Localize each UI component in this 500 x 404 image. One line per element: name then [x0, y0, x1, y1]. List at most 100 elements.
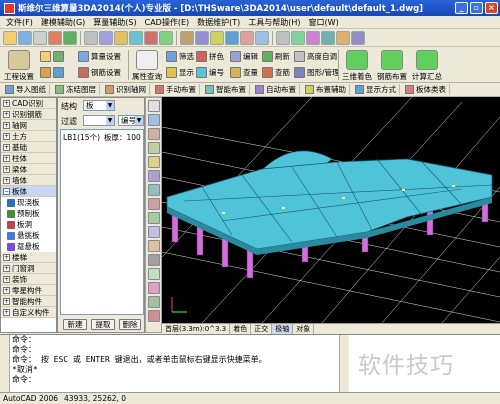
restore-button[interactable]: ▫ [470, 2, 483, 14]
expand-icon[interactable]: + [3, 99, 10, 107]
expand-icon[interactable]: + [3, 275, 10, 283]
filter-button[interactable]: 筛选 [166, 51, 194, 62]
tree-category[interactable]: + 轴网 [1, 120, 56, 131]
command-bar-item[interactable]: 显示方式 [352, 84, 400, 95]
lookup-button[interactable]: 查量 [230, 67, 258, 78]
tree-category[interactable]: + 楼梯 [1, 252, 56, 263]
refresh-button[interactable]: 刷新 [262, 51, 290, 62]
model-viewport[interactable] [162, 97, 500, 323]
extend-icon[interactable] [148, 268, 160, 280]
offset-icon[interactable] [148, 240, 160, 252]
tree-category[interactable]: + 墙体 [1, 175, 56, 186]
circle-icon[interactable] [148, 142, 160, 154]
show-button[interactable]: 显示 [166, 67, 194, 78]
model-3d-view[interactable] [162, 97, 500, 323]
project-settings-button[interactable]: 工程设置 [4, 50, 34, 82]
command-scrollbar[interactable] [339, 335, 349, 393]
menu-item[interactable]: CAD操作(E) [141, 17, 194, 28]
select-icon[interactable] [148, 100, 160, 112]
height-auto-button[interactable]: 高度自调 [294, 51, 337, 62]
calc-summary-button[interactable]: 计算汇总 [412, 50, 442, 82]
component-list[interactable]: LB1(15个) 板厚：100 [60, 129, 144, 315]
calc-icon[interactable] [336, 30, 350, 45]
zoom-icon[interactable] [129, 30, 143, 45]
menu-item[interactable]: 数据维护(T) [193, 17, 244, 28]
command-window-grip[interactable] [0, 335, 10, 393]
layer-icon[interactable] [159, 30, 173, 45]
number-select[interactable]: 编号 ▼ [118, 115, 144, 126]
tree-category[interactable]: + 柱体 [1, 153, 56, 164]
pan-icon[interactable] [144, 30, 158, 45]
status-toggle[interactable]: 着色 [230, 323, 252, 334]
command-bar-item[interactable]: 冻结图层 [52, 84, 100, 95]
sync-button[interactable] [40, 67, 64, 78]
command-bar-item[interactable]: 手动布置 [152, 84, 200, 95]
number-button[interactable]: 编号 [196, 67, 224, 78]
dimension-icon[interactable] [240, 30, 254, 45]
command-bar-item[interactable]: 识别轴网 [102, 84, 150, 95]
stretch-icon[interactable] [148, 282, 160, 294]
tree-subitem[interactable]: 现浇板 [1, 197, 56, 208]
count-settings-button[interactable]: 算量设置 [78, 51, 121, 62]
menu-item[interactable]: 文件(F) [2, 17, 37, 28]
match-icon[interactable] [195, 30, 209, 45]
new-button[interactable]: 新建 [63, 319, 87, 330]
rect-icon[interactable] [148, 128, 160, 140]
extract-button[interactable]: 提取 [91, 319, 115, 330]
menu-item[interactable]: 算量辅助(S) [89, 17, 140, 28]
expand-icon[interactable]: + [3, 143, 10, 151]
rebar-layout-button[interactable]: 钢筋布置 [377, 50, 407, 82]
table-icon[interactable] [225, 30, 239, 45]
floor-indicator[interactable]: 首层(3.3m):0^3.3 [162, 323, 231, 334]
tree-subitem[interactable]: 板洞 [1, 219, 56, 230]
copy-icon[interactable] [148, 198, 160, 210]
menu-item[interactable]: 工具与帮助(H) [244, 17, 304, 28]
command-bar-item[interactable]: 导入图纸 [2, 84, 50, 95]
three-dim-color-button[interactable]: 三维着色 [342, 50, 372, 82]
expand-icon[interactable]: + [3, 132, 10, 140]
rotate-icon[interactable] [148, 212, 160, 224]
tree-subitem[interactable]: 趸悬板 [1, 241, 56, 252]
block-icon[interactable] [210, 30, 224, 45]
minimize-button[interactable]: _ [455, 2, 468, 14]
erase-icon[interactable] [148, 310, 160, 322]
tree-subitem[interactable]: 预制板 [1, 208, 56, 219]
expand-icon[interactable]: + [3, 110, 10, 118]
line-icon[interactable] [148, 114, 160, 126]
tree-category[interactable]: + 基础 [1, 142, 56, 153]
copy-icon[interactable] [63, 30, 77, 45]
filter-select[interactable]: ▼ [83, 115, 115, 126]
tree-category[interactable]: − 板体 [1, 186, 56, 197]
tree-category[interactable]: + 装饰 [1, 274, 56, 285]
properties-icon[interactable] [180, 30, 194, 45]
status-toggle[interactable]: 对象 [293, 323, 315, 334]
list-item[interactable]: LB1(15个) 板厚：100 [61, 130, 143, 145]
color-button[interactable]: 拼色 [196, 51, 224, 62]
expand-icon[interactable]: + [3, 264, 10, 272]
command-bar-item[interactable]: 自动布置 [252, 84, 300, 95]
orbit-icon[interactable] [306, 30, 320, 45]
collapse-icon[interactable]: − [3, 187, 10, 195]
undo-icon[interactable] [99, 30, 113, 45]
tree-subitem[interactable]: 悬挑板 [1, 230, 56, 241]
rebar-settings-button[interactable]: 钢筋设置 [78, 67, 121, 78]
move-icon[interactable] [148, 184, 160, 196]
tree-category[interactable]: + 土方 [1, 131, 56, 142]
expand-icon[interactable]: + [3, 121, 10, 129]
text-icon[interactable] [255, 30, 269, 45]
help-icon[interactable] [351, 30, 365, 45]
render-icon[interactable] [321, 30, 335, 45]
scale-icon[interactable] [148, 296, 160, 308]
expand-icon[interactable]: + [3, 154, 10, 162]
tree-category[interactable]: + 门窗洞 [1, 263, 56, 274]
command-bar-item[interactable]: 布置辅助 [302, 84, 350, 95]
check-rebar-button[interactable]: 查筋 [262, 67, 290, 78]
open-icon[interactable] [3, 30, 17, 45]
print-icon[interactable] [33, 30, 47, 45]
arc-icon[interactable] [148, 156, 160, 168]
status-toggle[interactable]: 极轴 [272, 323, 294, 334]
tree-category[interactable]: + 识别钢筋 [1, 109, 56, 120]
paste-icon[interactable] [84, 30, 98, 45]
status-toggle[interactable]: 正交 [251, 323, 273, 334]
command-bar-item[interactable]: 板体类表 [402, 84, 450, 95]
